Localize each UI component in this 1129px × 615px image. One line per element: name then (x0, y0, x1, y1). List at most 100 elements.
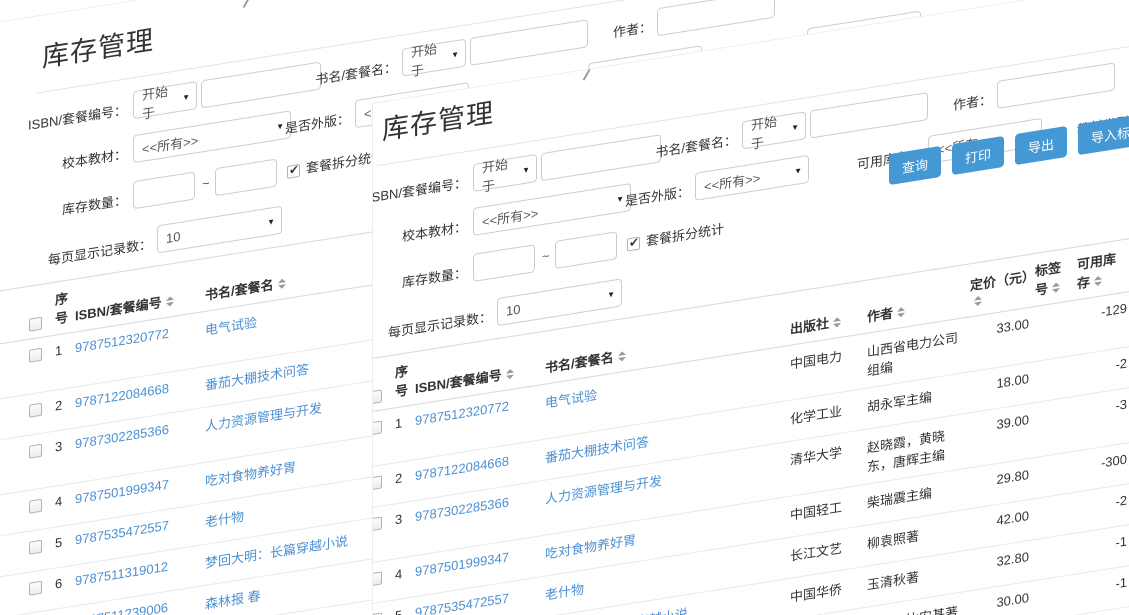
chevron-down-icon: ▼ (182, 92, 190, 102)
cell-label-no (1032, 396, 1074, 458)
page-size-select[interactable]: 10 ▼ (157, 206, 282, 254)
row-checkbox[interactable] (372, 516, 382, 531)
cell-seq: 6 (52, 565, 72, 609)
isbn-link[interactable]: 9787535472557 (75, 518, 169, 548)
tilde-separator: ~ (202, 175, 210, 191)
cell-seq: 3 (392, 501, 412, 559)
chevron-down-icon: ▼ (451, 49, 459, 59)
split-package-option: 套餐拆分统计 (287, 146, 384, 180)
isbn-operator-value: 开始于 (142, 79, 178, 123)
split-package-checkbox[interactable] (287, 164, 300, 179)
row-checkbox[interactable] (29, 348, 42, 363)
col-header-stock[interactable]: 可用库存 (1074, 238, 1129, 300)
cell-seq: 3 (52, 428, 72, 486)
row-checkbox[interactable] (372, 571, 382, 586)
page-size-select[interactable]: 10 ▼ (497, 278, 622, 326)
cell-seq: 4 (392, 556, 412, 600)
row-checkbox[interactable] (372, 420, 382, 435)
col-header-label-no[interactable]: 标签号 (1032, 247, 1074, 307)
cell-seq: 5 (52, 524, 72, 568)
book-name-label: 书名/套餐名： (607, 129, 737, 169)
isbn-link[interactable]: 9787512320772 (415, 398, 509, 428)
row-checkbox[interactable] (29, 581, 42, 596)
split-package-checkbox[interactable] (627, 237, 640, 252)
book-name-link[interactable]: 电气试验 (545, 387, 597, 410)
stock-qty-to-input[interactable] (215, 158, 277, 196)
cell-seq: 2 (52, 387, 72, 431)
export-button[interactable]: 导出 (1015, 126, 1067, 165)
query-button[interactable]: 查询 (889, 146, 941, 185)
isbn-link[interactable]: 9787501999347 (75, 477, 169, 507)
school-textbook-value: <<所有>> (142, 129, 198, 157)
col-header-price-label: 定价（元） (970, 268, 1035, 293)
sort-icon[interactable] (278, 278, 286, 289)
book-name-link[interactable]: 电气试验 (205, 315, 257, 338)
cell-stock: -1 (1074, 565, 1129, 615)
book-name-link[interactable]: 人力资源管理与开发 (205, 400, 322, 434)
print-button[interactable]: 打印 (952, 136, 1004, 175)
cell-label-no (1032, 533, 1074, 581)
book-name-link[interactable]: 吃对食物养好胃 (205, 459, 296, 488)
cell-seq: 5 (392, 597, 412, 615)
cell-seq: 2 (392, 460, 412, 504)
row-checkbox[interactable] (29, 444, 42, 459)
sort-icon[interactable] (506, 369, 514, 380)
isbn-link[interactable]: 9787302285366 (415, 494, 509, 524)
book-name-link[interactable]: 老什物 (545, 581, 584, 602)
sort-icon[interactable] (1052, 282, 1060, 293)
page-title: 库存管理 (42, 18, 154, 75)
cell-label-no (1032, 492, 1074, 540)
cell-seq: 4 (52, 483, 72, 527)
author-input[interactable] (657, 0, 775, 36)
sort-icon[interactable] (1094, 275, 1102, 286)
sort-icon[interactable] (166, 296, 174, 307)
sort-icon[interactable] (618, 351, 626, 362)
isbn-operator-select[interactable]: 开始于 ▼ (473, 154, 537, 192)
book-name-operator-value: 开始于 (751, 109, 787, 153)
sort-icon[interactable] (833, 317, 841, 328)
book-name-link[interactable]: 吃对食物养好胃 (545, 532, 636, 561)
book-name-operator-select[interactable]: 开始于 ▼ (742, 111, 806, 149)
school-textbook-label: 校本教材： (372, 216, 467, 256)
book-name-link[interactable]: 番茄大棚技术问答 (545, 434, 649, 465)
isbn-link[interactable]: 9787535472557 (415, 590, 509, 615)
isbn-operator-value: 开始于 (482, 152, 518, 196)
split-package-label: 套餐拆分统计 (646, 221, 724, 248)
sort-icon[interactable] (897, 307, 905, 318)
foreign-edition-value: <<所有>> (704, 167, 760, 195)
stock-qty-to-input[interactable] (555, 231, 617, 269)
sort-icon[interactable] (974, 295, 982, 306)
book-name-link[interactable]: 番茄大棚技术问答 (205, 361, 309, 392)
chevron-down-icon: ▼ (791, 122, 799, 132)
select-all-checkbox[interactable] (29, 317, 42, 332)
isbn-link[interactable]: 9787122084668 (415, 453, 509, 483)
book-name-link[interactable]: 老什物 (205, 509, 244, 530)
toolbar: 查询 打印 导出 导入标签号 (889, 110, 1129, 185)
col-header-seq[interactable]: 序号 (52, 279, 72, 335)
row-checkbox[interactable] (29, 403, 42, 418)
row-checkbox[interactable] (29, 499, 42, 514)
stock-qty-from-input[interactable] (473, 244, 535, 282)
isbn-operator-select[interactable]: 开始于 ▼ (133, 81, 197, 119)
book-name-link[interactable]: 人力资源管理与开发 (545, 473, 662, 507)
col-header-name-label: 书名/套餐名 (205, 277, 274, 303)
school-textbook-value: <<所有>> (482, 202, 538, 230)
isbn-link[interactable]: 9787122084668 (75, 381, 169, 411)
isbn-link[interactable]: 9787512320772 (75, 326, 169, 356)
col-header-seq[interactable]: 序号 (392, 352, 412, 408)
screenshot-stage: 库存管理 ISBN/套餐编号： 开始于 ▼ 书名/套餐名： 开始于 ▼ 作者： … (0, 0, 1129, 615)
isbn-link[interactable]: 9787302285366 (75, 422, 169, 452)
row-checkbox[interactable] (372, 475, 382, 490)
select-all-checkbox[interactable] (372, 389, 382, 404)
isbn-link[interactable]: 9787501999347 (415, 549, 509, 579)
isbn-link[interactable]: 9787511319012 (75, 559, 168, 589)
cell-stock: -129 (1074, 291, 1129, 355)
book-name-link[interactable]: 森林报 春 (205, 588, 261, 612)
page-size-value: 10 (506, 301, 520, 318)
book-name-operator-select[interactable]: 开始于 ▼ (402, 39, 466, 77)
stock-qty-from-input[interactable] (133, 171, 195, 209)
page-copy-front: 库存管理 ISBN/套餐编号： 开始于 ▼ 书名/套餐名： 开始于 ▼ 作者： … (372, 0, 1129, 615)
author-input[interactable] (997, 62, 1115, 109)
row-checkbox[interactable] (29, 540, 42, 555)
cell-stock: -3 (1074, 387, 1129, 451)
